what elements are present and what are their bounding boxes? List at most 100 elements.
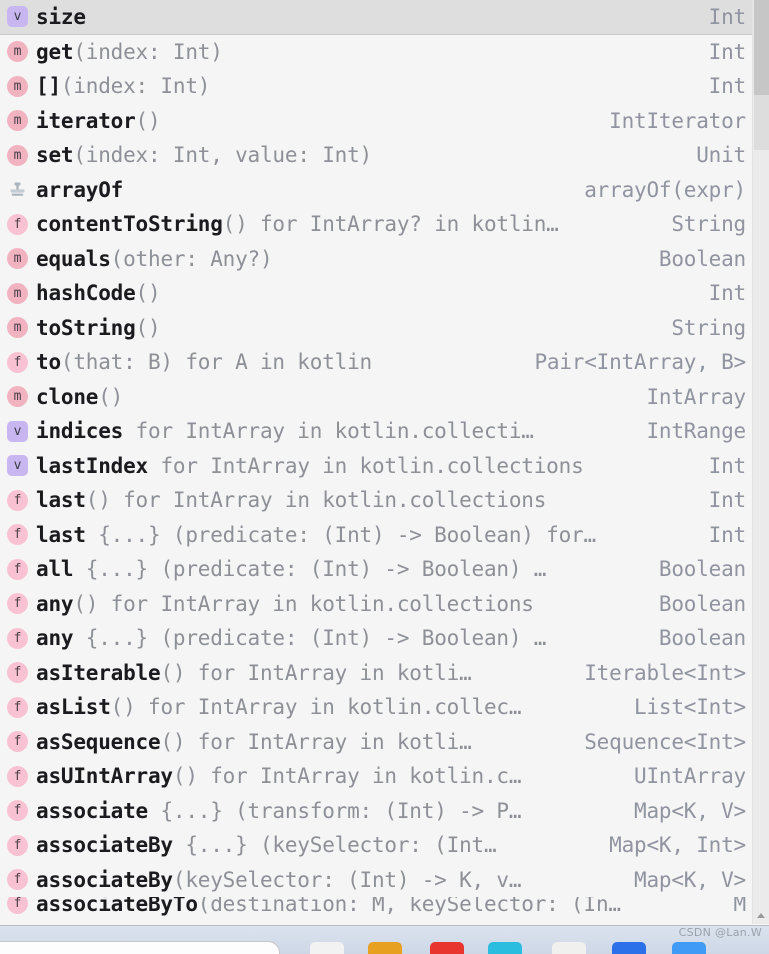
completion-item[interactable]: f asList() for IntArray in kotlin.collec…… [0,690,752,725]
completion-item[interactable]: f any() for IntArray in kotlin.collection… [0,586,752,621]
dock-icon-mail[interactable] [612,942,646,954]
completion-item-type: IntRange [646,419,746,444]
completion-item-type: List<Int> [634,695,746,720]
completion-item[interactable]: f associateBy {...} (keySelector: (Int… Ma… [0,828,752,863]
completion-item-name: [] [36,74,61,99]
completion-item[interactable]: f associateByTo(destination: M, keySelect… [0,897,752,921]
completion-item-signature: () for IntArray in kotlin.collec… [110,695,522,720]
completion-item-name: associate [36,798,148,823]
completion-item-type: Unit [696,143,746,168]
completion-item-label: indices for IntArray in kotlin.collecti… [36,418,632,444]
code-completion-popup[interactable]: v size Int m get(index: Int) Int m [](index: In… [0,0,769,926]
completion-item-type: Int [708,281,747,306]
completion-item-name: any [36,591,74,616]
completion-item-label: contentToString() for IntArray? in kotli… [36,211,657,237]
completion-item[interactable]: m hashCode() Int [0,276,752,311]
completion-item[interactable]: f last() for IntArray in kotlin.collectio… [0,483,752,518]
function-icon: f [7,662,28,684]
completion-item[interactable]: f any {...} (predicate: (Int) -> Boolean)… [0,621,752,656]
completion-item[interactable]: f contentToString() for IntArray? in kotl… [0,207,752,242]
completion-item[interactable]: m clone() IntArray [0,379,752,414]
completion-item-type: arrayOf(expr) [584,177,746,202]
completion-item[interactable]: f all {...} (predicate: (Int) -> Boolean)… [0,552,752,587]
completion-item-type: Int [708,74,747,99]
completion-item[interactable]: f asSequence() for IntArray in kotli… Sequ… [0,724,752,759]
dock-icon-notes[interactable] [552,942,586,954]
completion-item[interactable]: v indices for IntArray in kotlin.collecti… [0,414,752,449]
completion-item[interactable]: m iterator() IntIterator [0,103,752,138]
completion-item[interactable]: f associateBy(keySelector: (Int) -> K, v…… [0,862,752,897]
completion-item-name: asList [36,695,111,720]
completion-item-label: iterator() [36,108,595,134]
screen: v size Int m get(index: Int) Int m [](index: In… [0,0,769,954]
dock-icon-launchpad[interactable] [368,942,402,954]
completion-item-name: asSequence [36,729,161,754]
dock-icon-safari[interactable] [430,942,464,954]
dock-icon-appstore[interactable] [672,942,706,954]
completion-item-name: lastIndex [36,453,148,478]
method-icon: m [7,248,28,270]
completion-item[interactable]: v size Int [0,0,752,35]
completion-item-label: associateBy(keySelector: (Int) -> K, v… [36,867,620,893]
completion-item[interactable]: v lastIndex for IntArray in kotlin.collec… [0,448,752,483]
completion-item[interactable]: m toString() String [0,310,752,345]
completion-item-signature: {...} (predicate: (Int) -> Boolean) … [73,557,547,582]
completion-item-type: Map<K, V> [634,867,746,892]
completion-item-type: Map<K, Int> [609,833,746,858]
completion-item-label: associateByTo(destination: M, keySelecto… [36,897,720,917]
completion-item[interactable]: m [](index: Int) Int [0,69,752,104]
completion-item-label: clone() [36,384,632,410]
completion-item[interactable]: m set(index: Int, value: Int) Unit [0,138,752,173]
dock[interactable] [0,940,769,954]
completion-item[interactable]: f asUIntArray() for IntArray in kotlin.c…… [0,759,752,794]
method-icon: m [7,41,28,63]
completion-item-name: asIterable [36,660,161,685]
completion-item-label: arrayOf [36,177,570,203]
completion-item-signature: {...} (predicate: (Int) -> Boolean) for… [85,522,596,547]
completion-item-signature: {...} (predicate: (Int) -> Boolean) … [73,626,547,651]
completion-item-label: any {...} (predicate: (Int) -> Boolean) … [36,625,645,651]
completion-item-label: asSequence() for IntArray in kotli… [36,729,570,755]
completion-item[interactable]: f asIterable() for IntArray in kotli… Iter… [0,655,752,690]
function-icon: f [7,765,28,787]
completion-item-name: size [36,4,86,29]
function-icon: f [7,800,28,822]
completion-item-type: Boolean [658,626,746,651]
completion-item-type: Sequence<Int> [584,729,746,754]
completion-item[interactable]: arrayOf arrayOf(expr) [0,172,752,207]
completion-item[interactable]: f associate {...} (transform: (Int) -> P…… [0,793,752,828]
completion-item-signature: () [98,384,124,409]
property-icon: v [7,455,28,477]
completion-item[interactable]: m get(index: Int) Int [0,34,752,69]
completion-list-scrollbar[interactable] [752,0,769,924]
completion-item-name: last [36,522,86,547]
completion-item-name: all [36,557,74,582]
scroll-down-arrow-icon[interactable] [757,913,765,918]
scrollbar-track[interactable] [754,95,769,150]
scrollbar-thumb[interactable] [754,0,769,95]
completion-item-type: Pair<IntArray, B> [534,350,746,375]
completion-item-signature: () for IntArray in kotlin.collections [73,591,534,616]
dock-icon-photos[interactable] [488,942,522,954]
function-icon: f [7,489,28,511]
completion-item[interactable]: f last {...} (predicate: (Int) -> Boolean… [0,517,752,552]
desktop-background: CSDN @Lan.W [0,926,769,954]
completion-item-name: contentToString [36,212,223,237]
completion-item-list[interactable]: v size Int m get(index: Int) Int m [](index: In… [0,0,752,924]
completion-item-name: associateByTo [36,897,198,916]
completion-item-signature: () for IntArray? in kotlin… [222,212,559,237]
completion-item-signature: () for IntArray in kotli… [160,660,472,685]
completion-item-name: associateBy [36,833,173,858]
completion-item-signature: for IntArray in kotlin.collecti… [123,419,534,444]
completion-item-type: UIntArray [634,764,746,789]
function-icon: f [7,834,28,856]
completion-item-type: Boolean [658,246,746,271]
completion-item-label: last() for IntArray in kotlin.collection… [36,487,695,513]
completion-item-name: hashCode [36,281,136,306]
completion-item-signature: (index: Int) [73,39,223,64]
completion-item[interactable]: f to(that: B) for A in kotlin Pair<IntArra… [0,345,752,380]
dock-icon-finder[interactable] [310,942,344,954]
completion-item-label: size [36,4,695,30]
completion-item[interactable]: m equals(other: Any?) Boolean [0,241,752,276]
completion-item-label: get(index: Int) [36,39,695,65]
